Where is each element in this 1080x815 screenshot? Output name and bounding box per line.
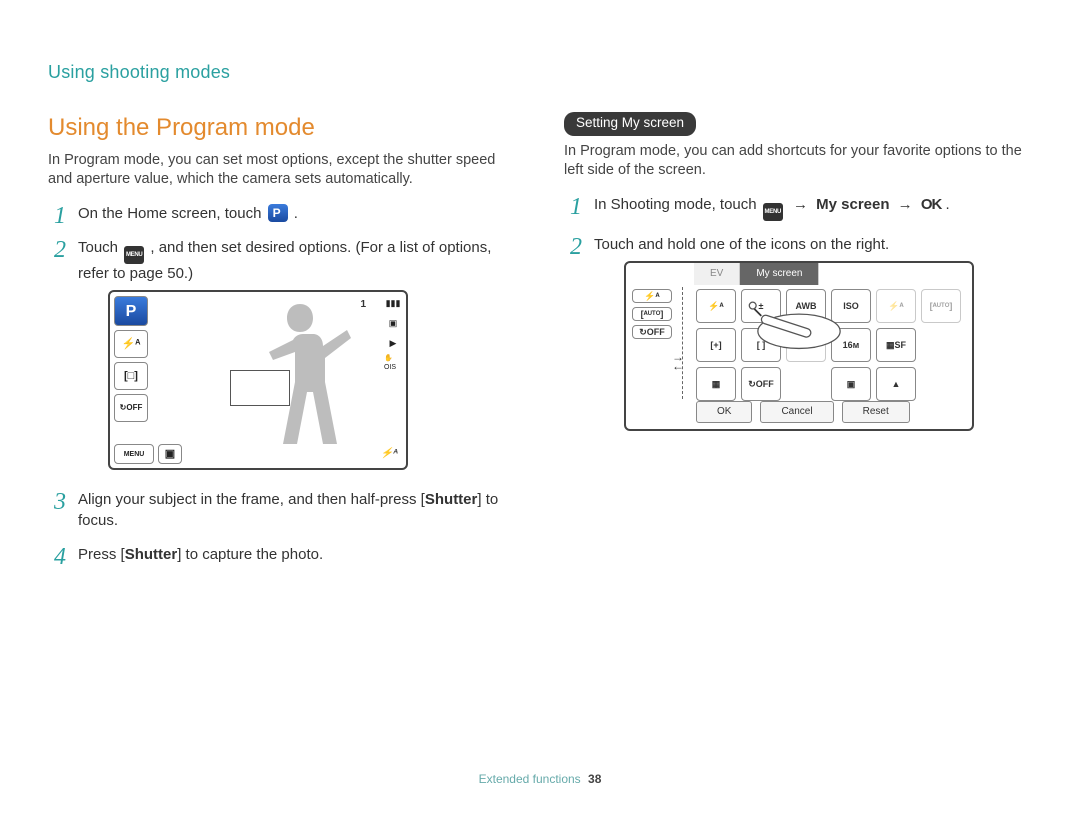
grid-tile: ▲ <box>876 367 916 401</box>
focus-box <box>230 370 290 406</box>
menu-icon <box>763 203 783 221</box>
right-column: Setting My screen In Program mode, you c… <box>564 112 1032 579</box>
intro-right: In Program mode, you can add shortcuts f… <box>564 142 1032 181</box>
tab-myscreen: My screen <box>740 263 819 285</box>
drag-arrows-icon: →← <box>672 353 684 371</box>
step-3: Align your subject in the frame, and the… <box>48 490 516 531</box>
reset-button: Reset <box>842 401 910 423</box>
grid-tile: ↻OFF <box>786 328 826 362</box>
footer-section: Extended functions <box>479 772 581 786</box>
grid-tile: [+] <box>696 328 736 362</box>
grid-tile: AWB <box>786 289 826 323</box>
divider <box>682 287 683 399</box>
flash-auto-icon: ⚡ᴬ <box>114 330 148 358</box>
ok-icon: OK <box>921 196 942 213</box>
menu-icon <box>124 246 144 264</box>
step-1: On the Home screen, touch . <box>48 204 516 224</box>
steps-left: On the Home screen, touch . Touch , and … <box>48 204 516 565</box>
p-mode-icon: P <box>114 296 148 326</box>
grid-tile: ↻OFF <box>741 367 781 401</box>
breadcrumb: Using shooting modes <box>48 60 1032 84</box>
movie-mode-icon: ▶ <box>384 336 402 350</box>
grid-tile: ⚡ᴬ <box>876 289 916 323</box>
cancel-button: Cancel <box>760 401 833 423</box>
grid-tile: [ ] <box>741 328 781 362</box>
shortcut-grid: ⚡ᴬ ± AWB ISO ⚡ᴬ [ᴬᵁᵀᴼ] [+] [ ] ↻OFF 16ᴍ … <box>696 289 964 401</box>
page-footer: Extended functions 38 <box>0 771 1080 787</box>
step-4: Press [Shutter] to capture the photo. <box>48 545 516 565</box>
photo-mode-icon: ▣ <box>384 316 402 330</box>
grid-tile: ▦ <box>696 367 736 401</box>
grid-tile: ▦SF <box>876 328 916 362</box>
camera-screen-illustration: P ⚡ᴬ [□] ↻OFF MENU ▣ 1 ▮▮▮ ▣ <box>108 290 408 470</box>
slot-focus: [ᴬᵁᵀᴼ] <box>632 307 672 321</box>
slot-flash: ⚡ᴬ <box>632 289 672 303</box>
myscreen-illustration: EV My screen ⚡ᴬ [ᴬᵁᵀᴼ] ↻OFF →← ⚡ᴬ ± <box>624 261 974 431</box>
ois-icon: ✋OIS <box>384 356 402 370</box>
page-number: 38 <box>588 772 601 786</box>
battery-icon: ▮▮▮ <box>384 296 402 310</box>
step-r2: Touch and hold one of the icons on the r… <box>564 235 1032 431</box>
program-mode-icon <box>268 204 288 222</box>
timer-off-icon: ↻OFF <box>114 394 148 422</box>
tab-ev: EV <box>694 263 740 285</box>
grid-tile: 16ᴍ <box>831 328 871 362</box>
step-r1: In Shooting mode, touch → My screen → OK… <box>564 195 1032 221</box>
grid-tile: ISO <box>831 289 871 323</box>
ok-button: OK <box>696 401 752 423</box>
grid-tile: ± <box>741 289 781 323</box>
grid-tile: ⚡ᴬ <box>696 289 736 323</box>
left-column: Using the Program mode In Program mode, … <box>48 112 516 579</box>
section-title: Using the Program mode <box>48 112 516 144</box>
focus-area-icon: [□] <box>114 362 148 390</box>
shot-counter: 1 <box>360 298 366 312</box>
menu-button: MENU <box>114 444 154 464</box>
flash-indicator: ⚡ᴬ <box>380 447 398 461</box>
grid-tile: [ᴬᵁᵀᴼ] <box>921 289 961 323</box>
slot-timer: ↻OFF <box>632 325 672 339</box>
intro-left: In Program mode, you can set most option… <box>48 151 516 190</box>
grid-tile: ▣ <box>831 367 871 401</box>
subsection-pill: Setting My screen <box>564 112 696 135</box>
display-button: ▣ <box>158 444 182 464</box>
step-2: Touch , and then set desired options. (F… <box>48 238 516 470</box>
steps-right: In Shooting mode, touch → My screen → OK… <box>564 195 1032 431</box>
manual-page: Using shooting modes Using the Program m… <box>0 0 1080 815</box>
